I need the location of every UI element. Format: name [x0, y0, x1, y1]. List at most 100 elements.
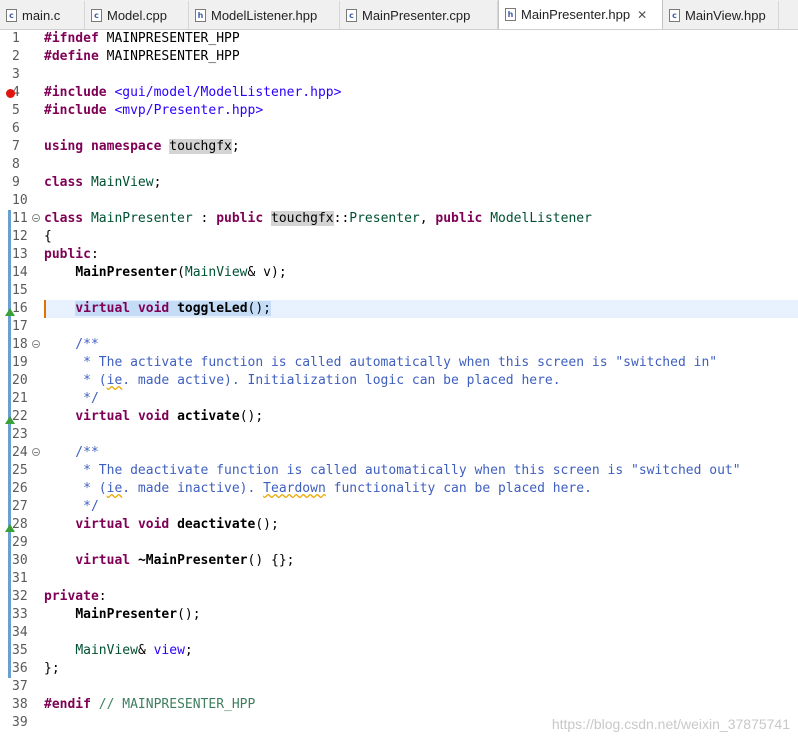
code-text: private:: [44, 589, 107, 604]
line-gutter[interactable]: 4: [0, 84, 40, 102]
code-line[interactable]: 19 * The activate function is called aut…: [0, 354, 798, 372]
line-number: 7: [12, 139, 20, 154]
code-line[interactable]: 35 MainView& view;: [0, 642, 798, 660]
line-gutter[interactable]: 7: [0, 138, 40, 156]
line-gutter[interactable]: 10: [0, 192, 40, 210]
code-line[interactable]: 3: [0, 66, 798, 84]
code-line[interactable]: 31: [0, 570, 798, 588]
line-gutter[interactable]: 31: [0, 570, 40, 588]
line-gutter[interactable]: 35: [0, 642, 40, 660]
code-line[interactable]: 10: [0, 192, 798, 210]
line-gutter[interactable]: 38: [0, 696, 40, 714]
code-line[interactable]: 5 #include <mvp/Presenter.hpp>: [0, 102, 798, 120]
line-gutter[interactable]: 5: [0, 102, 40, 120]
line-number: 14: [12, 265, 28, 280]
code-line[interactable]: 8: [0, 156, 798, 174]
close-tab-icon[interactable]: ✕: [637, 8, 647, 22]
code-line[interactable]: 12 {: [0, 228, 798, 246]
line-gutter[interactable]: 19: [0, 354, 40, 372]
code-line[interactable]: 23: [0, 426, 798, 444]
code-line[interactable]: 7 using namespace touchgfx;: [0, 138, 798, 156]
code-text: class MainView;: [44, 175, 162, 190]
fold-toggle-icon[interactable]: −: [32, 448, 40, 457]
line-gutter[interactable]: 22: [0, 408, 40, 426]
breakpoint-icon[interactable]: [6, 89, 15, 98]
code-line[interactable]: 38 #endif // MAINPRESENTER_HPP: [0, 696, 798, 714]
code-line[interactable]: 36};: [0, 660, 798, 678]
line-gutter[interactable]: 21: [0, 390, 40, 408]
source-file-icon: c: [91, 8, 102, 22]
code-line[interactable]: 26 * (ie. made inactive). Teardown funct…: [0, 480, 798, 498]
line-gutter[interactable]: 12: [0, 228, 40, 246]
code-line[interactable]: 18− /**: [0, 336, 798, 354]
line-gutter[interactable]: 6: [0, 120, 40, 138]
line-gutter[interactable]: 33: [0, 606, 40, 624]
line-gutter[interactable]: 16: [0, 300, 40, 318]
code-text: */: [44, 391, 99, 406]
code-line[interactable]: 37: [0, 678, 798, 696]
code-line[interactable]: 21 */: [0, 390, 798, 408]
code-line[interactable]: 28 virtual void deactivate();: [0, 516, 798, 534]
line-gutter[interactable]: 8: [0, 156, 40, 174]
line-gutter[interactable]: 20: [0, 372, 40, 390]
line-gutter[interactable]: 17: [0, 318, 40, 336]
line-gutter[interactable]: 36: [0, 660, 40, 678]
code-line[interactable]: 16 virtual void toggleLed();: [0, 300, 798, 318]
code-line[interactable]: 32 private:: [0, 588, 798, 606]
line-gutter[interactable]: 13: [0, 246, 40, 264]
line-gutter[interactable]: 34: [0, 624, 40, 642]
code-line[interactable]: 20 * (ie. made active). Initialization l…: [0, 372, 798, 390]
code-line[interactable]: 25 * The deactivate function is called a…: [0, 462, 798, 480]
code-line[interactable]: 22 virtual void activate();: [0, 408, 798, 426]
line-gutter[interactable]: 2: [0, 48, 40, 66]
tab-model-cpp[interactable]: c Model.cpp: [85, 1, 189, 29]
line-gutter[interactable]: 15: [0, 282, 40, 300]
tab-mainview-hpp[interactable]: c MainView.hpp: [663, 1, 779, 29]
line-gutter[interactable]: 3: [0, 66, 40, 84]
code-line[interactable]: 34: [0, 624, 798, 642]
line-gutter[interactable]: 30: [0, 552, 40, 570]
line-gutter[interactable]: 26: [0, 480, 40, 498]
line-gutter[interactable]: 1: [0, 30, 40, 48]
tab-mainpresenter-hpp[interactable]: h MainPresenter.hpp ✕: [498, 0, 663, 29]
line-gutter[interactable]: 14: [0, 264, 40, 282]
code-line[interactable]: 9 class MainView;: [0, 174, 798, 192]
line-number: 15: [12, 283, 28, 298]
line-gutter[interactable]: 18−: [0, 336, 40, 354]
line-gutter[interactable]: 9: [0, 174, 40, 192]
line-gutter[interactable]: 39: [0, 714, 40, 732]
line-gutter[interactable]: 37: [0, 678, 40, 696]
line-gutter[interactable]: 25: [0, 462, 40, 480]
line-gutter[interactable]: 23: [0, 426, 40, 444]
code-line[interactable]: 14 MainPresenter(MainView& v);: [0, 264, 798, 282]
line-gutter[interactable]: 11−: [0, 210, 40, 228]
code-line[interactable]: 17: [0, 318, 798, 336]
code-line[interactable]: 6: [0, 120, 798, 138]
code-text: /**: [44, 445, 99, 460]
code-line[interactable]: 24− /**: [0, 444, 798, 462]
code-line[interactable]: 27 */: [0, 498, 798, 516]
tab-mainpresenter-cpp[interactable]: c MainPresenter.cpp: [340, 1, 498, 29]
code-line[interactable]: 30 virtual ~MainPresenter() {};: [0, 552, 798, 570]
code-line[interactable]: 15: [0, 282, 798, 300]
override-marker-icon: [5, 416, 15, 424]
code-text: MainPresenter();: [75, 607, 201, 622]
code-line[interactable]: 33 MainPresenter();: [0, 606, 798, 624]
code-line[interactable]: 13 public:: [0, 246, 798, 264]
line-number: 9: [12, 175, 20, 190]
fold-toggle-icon[interactable]: −: [32, 214, 40, 223]
line-gutter[interactable]: 27: [0, 498, 40, 516]
line-gutter[interactable]: 24−: [0, 444, 40, 462]
code-line[interactable]: 29: [0, 534, 798, 552]
code-line[interactable]: 11− class MainPresenter : public touchgfx…: [0, 210, 798, 228]
line-gutter[interactable]: 29: [0, 534, 40, 552]
code-line[interactable]: 4 #include <gui/model/ModelListener.hpp>: [0, 84, 798, 102]
code-line[interactable]: 1 #ifndef MAINPRESENTER_HPP: [0, 30, 798, 48]
code-editor[interactable]: 1 #ifndef MAINPRESENTER_HPP 2 #define MAINP…: [0, 30, 798, 742]
tab-modellistener-hpp[interactable]: h ModelListener.hpp: [189, 1, 340, 29]
tab-main-c[interactable]: c main.c: [0, 1, 85, 29]
fold-toggle-icon[interactable]: −: [32, 340, 40, 349]
line-gutter[interactable]: 28: [0, 516, 40, 534]
line-gutter[interactable]: 32: [0, 588, 40, 606]
code-line[interactable]: 2 #define MAINPRESENTER_HPP: [0, 48, 798, 66]
